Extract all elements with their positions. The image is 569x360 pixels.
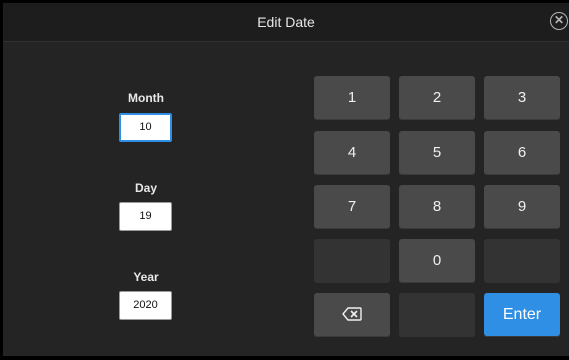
month-label: Month bbox=[128, 91, 164, 105]
key-1[interactable]: 1 bbox=[314, 76, 390, 120]
dialog-title: Edit Date bbox=[257, 14, 315, 30]
enter-button[interactable]: Enter bbox=[484, 293, 560, 337]
key-3[interactable]: 3 bbox=[484, 76, 560, 120]
key-6[interactable]: 6 bbox=[484, 131, 560, 175]
key-4[interactable]: 4 bbox=[314, 131, 390, 175]
key-2[interactable]: 2 bbox=[399, 76, 475, 120]
close-icon[interactable]: ✕ bbox=[550, 12, 568, 30]
blank-key bbox=[314, 239, 390, 283]
year-label: Year bbox=[133, 270, 159, 284]
title-bar: Edit Date ✕ bbox=[3, 3, 569, 42]
key-0[interactable]: 0 bbox=[399, 239, 475, 283]
key-9[interactable]: 9 bbox=[484, 185, 560, 229]
backspace-button[interactable] bbox=[314, 293, 390, 337]
day-label: Day bbox=[134, 181, 157, 195]
key-7[interactable]: 7 bbox=[314, 185, 390, 229]
month-field[interactable]: 10 bbox=[119, 113, 172, 142]
edit-date-dialog: Edit Date ✕ Month 10 Day 19 Year 2020 1 … bbox=[3, 3, 569, 356]
year-field[interactable]: 2020 bbox=[119, 291, 172, 320]
key-5[interactable]: 5 bbox=[399, 131, 475, 175]
key-8[interactable]: 8 bbox=[399, 185, 475, 229]
day-field[interactable]: 19 bbox=[119, 202, 172, 231]
blank-key bbox=[399, 293, 475, 337]
backspace-icon bbox=[342, 306, 362, 321]
blank-key bbox=[484, 239, 560, 283]
